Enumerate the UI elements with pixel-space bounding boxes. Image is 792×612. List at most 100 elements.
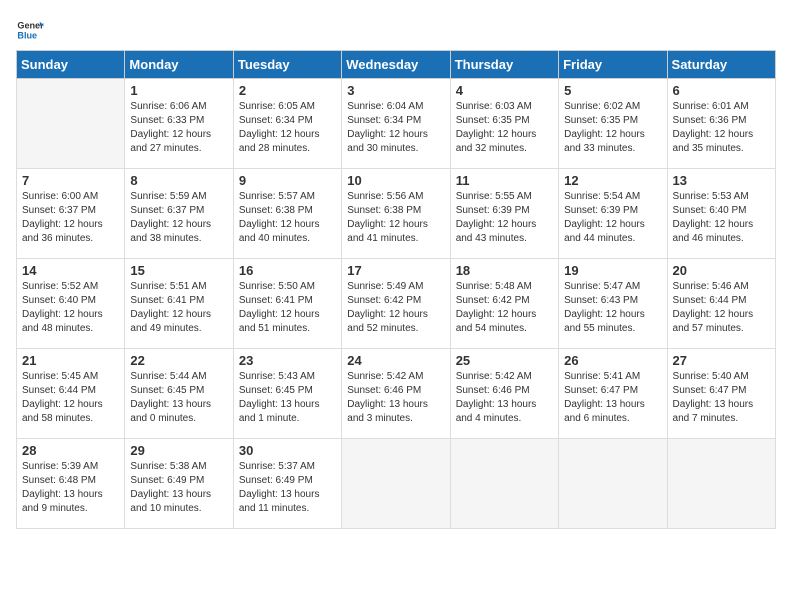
day-info: Sunrise: 6:02 AMSunset: 6:35 PMDaylight:…: [564, 100, 661, 156]
day-info: Sunrise: 5:52 AMSunset: 6:40 PMDaylight:…: [22, 280, 119, 336]
calendar-cell: 24 Sunrise: 5:42 AMSunset: 6:46 PMDayligh…: [342, 349, 450, 439]
calendar-cell: [559, 439, 667, 529]
day-number: 26: [564, 353, 661, 368]
calendar-cell: 19 Sunrise: 5:47 AMSunset: 6:43 PMDayligh…: [559, 259, 667, 349]
day-number: 8: [130, 173, 227, 188]
day-info: Sunrise: 5:55 AMSunset: 6:39 PMDaylight:…: [456, 190, 553, 246]
day-info: Sunrise: 6:00 AMSunset: 6:37 PMDaylight:…: [22, 190, 119, 246]
day-info: Sunrise: 5:57 AMSunset: 6:38 PMDaylight:…: [239, 190, 336, 246]
logo: General Blue: [16, 16, 44, 44]
weekday-header: Wednesday: [342, 51, 450, 79]
calendar-cell: 4 Sunrise: 6:03 AMSunset: 6:35 PMDaylight…: [450, 79, 558, 169]
day-info: Sunrise: 5:48 AMSunset: 6:42 PMDaylight:…: [456, 280, 553, 336]
day-number: 3: [347, 83, 444, 98]
day-info: Sunrise: 5:56 AMSunset: 6:38 PMDaylight:…: [347, 190, 444, 246]
calendar-cell: 3 Sunrise: 6:04 AMSunset: 6:34 PMDaylight…: [342, 79, 450, 169]
day-info: Sunrise: 5:50 AMSunset: 6:41 PMDaylight:…: [239, 280, 336, 336]
calendar-cell: 26 Sunrise: 5:41 AMSunset: 6:47 PMDayligh…: [559, 349, 667, 439]
day-number: 16: [239, 263, 336, 278]
day-info: Sunrise: 5:41 AMSunset: 6:47 PMDaylight:…: [564, 370, 661, 426]
day-number: 6: [673, 83, 770, 98]
day-info: Sunrise: 6:03 AMSunset: 6:35 PMDaylight:…: [456, 100, 553, 156]
day-number: 24: [347, 353, 444, 368]
day-number: 25: [456, 353, 553, 368]
day-number: 7: [22, 173, 119, 188]
day-number: 29: [130, 443, 227, 458]
day-number: 10: [347, 173, 444, 188]
day-info: Sunrise: 5:49 AMSunset: 6:42 PMDaylight:…: [347, 280, 444, 336]
day-number: 14: [22, 263, 119, 278]
calendar-cell: 13 Sunrise: 5:53 AMSunset: 6:40 PMDayligh…: [667, 169, 775, 259]
calendar-week-row: 28 Sunrise: 5:39 AMSunset: 6:48 PMDayligh…: [17, 439, 776, 529]
calendar-week-row: 7 Sunrise: 6:00 AMSunset: 6:37 PMDaylight…: [17, 169, 776, 259]
calendar-cell: 30Sunrise: 5:37 AMSunset: 6:49 PMDayligh…: [233, 439, 341, 529]
calendar-cell: 6 Sunrise: 6:01 AMSunset: 6:36 PMDaylight…: [667, 79, 775, 169]
calendar-week-row: 1 Sunrise: 6:06 AMSunset: 6:33 PMDaylight…: [17, 79, 776, 169]
day-number: 2: [239, 83, 336, 98]
day-number: 27: [673, 353, 770, 368]
calendar-cell: 5Sunrise: 6:02 AMSunset: 6:35 PMDaylight…: [559, 79, 667, 169]
calendar-cell: 18 Sunrise: 5:48 AMSunset: 6:42 PMDayligh…: [450, 259, 558, 349]
calendar-cell: 23Sunrise: 5:43 AMSunset: 6:45 PMDayligh…: [233, 349, 341, 439]
calendar-cell: 9 Sunrise: 5:57 AMSunset: 6:38 PMDaylight…: [233, 169, 341, 259]
day-info: Sunrise: 6:06 AMSunset: 6:33 PMDaylight:…: [130, 100, 227, 156]
day-info: Sunrise: 5:43 AMSunset: 6:45 PMDaylight:…: [239, 370, 336, 426]
calendar-cell: 25 Sunrise: 5:42 AMSunset: 6:46 PMDayligh…: [450, 349, 558, 439]
day-info: Sunrise: 6:04 AMSunset: 6:34 PMDaylight:…: [347, 100, 444, 156]
calendar-cell: 21 Sunrise: 5:45 AMSunset: 6:44 PMDayligh…: [17, 349, 125, 439]
calendar-cell: 1 Sunrise: 6:06 AMSunset: 6:33 PMDaylight…: [125, 79, 233, 169]
day-number: 9: [239, 173, 336, 188]
day-number: 1: [130, 83, 227, 98]
calendar-cell: 29 Sunrise: 5:38 AMSunset: 6:49 PMDayligh…: [125, 439, 233, 529]
day-info: Sunrise: 5:40 AMSunset: 6:47 PMDaylight:…: [673, 370, 770, 426]
day-info: Sunrise: 5:42 AMSunset: 6:46 PMDaylight:…: [347, 370, 444, 426]
day-number: 4: [456, 83, 553, 98]
day-info: Sunrise: 5:38 AMSunset: 6:49 PMDaylight:…: [130, 460, 227, 516]
weekday-header: Monday: [125, 51, 233, 79]
day-number: 19: [564, 263, 661, 278]
day-number: 17: [347, 263, 444, 278]
calendar-cell: 15 Sunrise: 5:51 AMSunset: 6:41 PMDayligh…: [125, 259, 233, 349]
day-info: Sunrise: 6:01 AMSunset: 6:36 PMDaylight:…: [673, 100, 770, 156]
day-info: Sunrise: 5:54 AMSunset: 6:39 PMDaylight:…: [564, 190, 661, 246]
calendar-cell: [667, 439, 775, 529]
calendar-cell: 12Sunrise: 5:54 AMSunset: 6:39 PMDayligh…: [559, 169, 667, 259]
weekday-header: Saturday: [667, 51, 775, 79]
weekday-header: Sunday: [17, 51, 125, 79]
calendar-cell: 16 Sunrise: 5:50 AMSunset: 6:41 PMDayligh…: [233, 259, 341, 349]
day-info: Sunrise: 5:45 AMSunset: 6:44 PMDaylight:…: [22, 370, 119, 426]
day-info: Sunrise: 5:42 AMSunset: 6:46 PMDaylight:…: [456, 370, 553, 426]
calendar-cell: [342, 439, 450, 529]
page-header: General Blue: [16, 16, 776, 44]
day-info: Sunrise: 5:53 AMSunset: 6:40 PMDaylight:…: [673, 190, 770, 246]
day-number: 28: [22, 443, 119, 458]
calendar-table: SundayMondayTuesdayWednesdayThursdayFrid…: [16, 50, 776, 529]
weekday-header: Tuesday: [233, 51, 341, 79]
day-number: 21: [22, 353, 119, 368]
day-info: Sunrise: 5:51 AMSunset: 6:41 PMDaylight:…: [130, 280, 227, 336]
day-number: 15: [130, 263, 227, 278]
day-info: Sunrise: 6:05 AMSunset: 6:34 PMDaylight:…: [239, 100, 336, 156]
day-number: 11: [456, 173, 553, 188]
day-info: Sunrise: 5:46 AMSunset: 6:44 PMDaylight:…: [673, 280, 770, 336]
day-number: 13: [673, 173, 770, 188]
day-number: 30: [239, 443, 336, 458]
calendar-cell: 11 Sunrise: 5:55 AMSunset: 6:39 PMDayligh…: [450, 169, 558, 259]
day-number: 22: [130, 353, 227, 368]
day-number: 18: [456, 263, 553, 278]
calendar-cell: [17, 79, 125, 169]
calendar-cell: 17 Sunrise: 5:49 AMSunset: 6:42 PMDayligh…: [342, 259, 450, 349]
svg-text:Blue: Blue: [17, 30, 37, 40]
calendar-cell: 28 Sunrise: 5:39 AMSunset: 6:48 PMDayligh…: [17, 439, 125, 529]
calendar-week-row: 14 Sunrise: 5:52 AMSunset: 6:40 PMDayligh…: [17, 259, 776, 349]
logo-icon: General Blue: [16, 16, 44, 44]
day-info: Sunrise: 5:44 AMSunset: 6:45 PMDaylight:…: [130, 370, 227, 426]
day-info: Sunrise: 5:47 AMSunset: 6:43 PMDaylight:…: [564, 280, 661, 336]
day-number: 20: [673, 263, 770, 278]
calendar-cell: [450, 439, 558, 529]
calendar-cell: 22 Sunrise: 5:44 AMSunset: 6:45 PMDayligh…: [125, 349, 233, 439]
weekday-header-row: SundayMondayTuesdayWednesdayThursdayFrid…: [17, 51, 776, 79]
calendar-cell: 14 Sunrise: 5:52 AMSunset: 6:40 PMDayligh…: [17, 259, 125, 349]
day-info: Sunrise: 5:59 AMSunset: 6:37 PMDaylight:…: [130, 190, 227, 246]
day-info: Sunrise: 5:39 AMSunset: 6:48 PMDaylight:…: [22, 460, 119, 516]
